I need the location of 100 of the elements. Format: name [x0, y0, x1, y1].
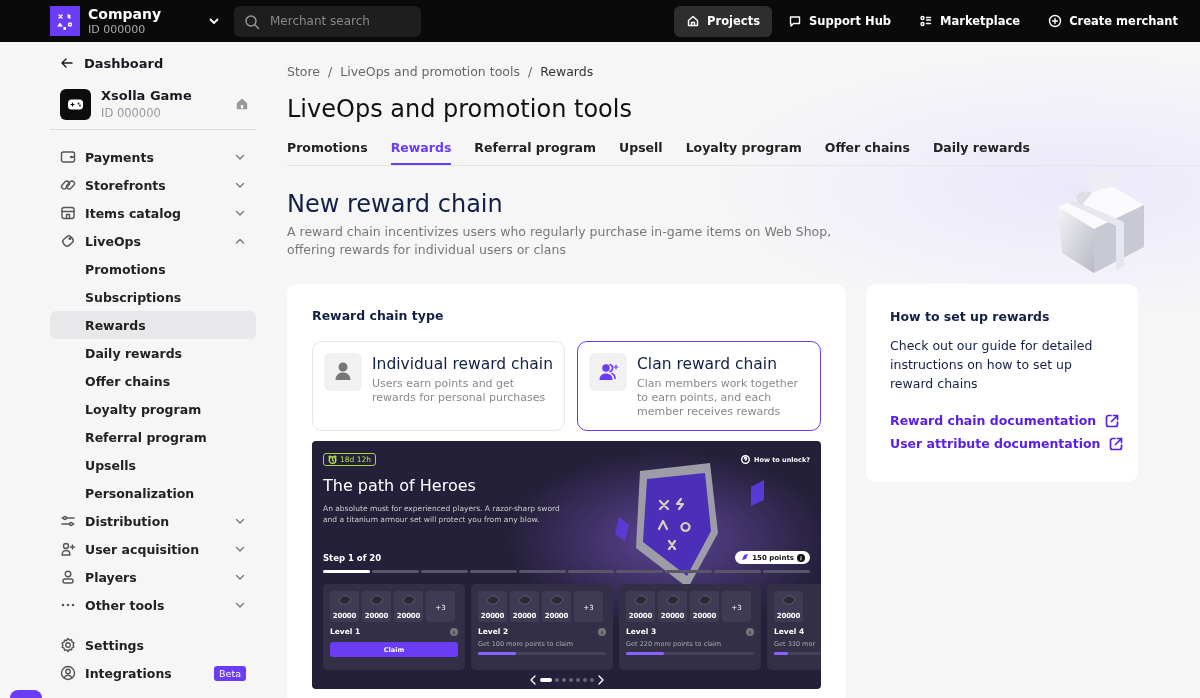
- nav-button[interactable]: Create merchant: [1036, 5, 1190, 37]
- breadcrumb-separator: /: [527, 63, 533, 79]
- tab[interactable]: Rewards: [390, 140, 452, 165]
- gem-icon: [781, 595, 796, 605]
- help-title: How to set up rewards: [890, 309, 1051, 324]
- gem-icon: [633, 595, 648, 605]
- sidebar-item[interactable]: LiveOps: [50, 227, 256, 255]
- project-name: Xsolla Game: [101, 87, 193, 105]
- sidebar-subitem[interactable]: Loyalty program: [50, 395, 256, 423]
- crystal-icon: [614, 516, 630, 542]
- page-dot[interactable]: [582, 678, 587, 682]
- option-title: Individual reward chain: [372, 354, 553, 375]
- sidebar-subitem[interactable]: Rewards: [50, 311, 256, 339]
- gear-icon: [60, 637, 76, 653]
- sidebar-item[interactable]: Storefronts: [50, 171, 256, 199]
- arrow-left-icon: [60, 56, 74, 70]
- tab[interactable]: Loyalty program: [685, 140, 802, 165]
- person-icon: [324, 353, 362, 391]
- info-icon: [797, 553, 805, 562]
- gem-icon: [401, 595, 416, 605]
- nav-button[interactable]: Marketplace: [907, 5, 1033, 37]
- chevron-right-icon[interactable]: [596, 675, 605, 685]
- sidebar-item[interactable]: Players: [50, 563, 256, 591]
- gem-icon: [517, 595, 532, 605]
- documentation-link[interactable]: Reward chain documentation: [890, 409, 1121, 432]
- sidebar-item[interactable]: Items catalog: [50, 199, 256, 227]
- chat-button[interactable]: [10, 690, 42, 698]
- gem-icon: [665, 595, 680, 605]
- page-dot[interactable]: [554, 678, 559, 682]
- info-icon: [598, 627, 606, 636]
- gem-icon: [485, 595, 500, 605]
- project-id: ID 000000: [101, 105, 162, 121]
- sidebar-item[interactable]: User acquisition: [50, 535, 256, 563]
- option-description: Clan members work together to earn points, and each member receives rewards: [637, 377, 800, 419]
- sidebar-subitem[interactable]: Promotions: [50, 255, 256, 283]
- tab[interactable]: Daily rewards: [932, 140, 1030, 165]
- sidebar-subitem[interactable]: Personalization: [50, 479, 256, 507]
- gem-icon: [337, 595, 352, 605]
- tab[interactable]: Upsell: [619, 140, 663, 165]
- search-icon: [244, 13, 260, 30]
- nav-button[interactable]: Projects: [674, 5, 772, 37]
- list-icon: [919, 14, 934, 28]
- company-name: Company: [88, 5, 163, 23]
- section-description: A reward chain incentivizes users who regularly purchase in-game items on Web Shop, offering rewards for individual users or clans: [287, 223, 833, 259]
- beta-badge: Beta: [214, 665, 246, 681]
- step-label: Step 1 of 20: [323, 552, 382, 563]
- info-icon: [746, 627, 754, 636]
- user-circle-icon: [60, 665, 76, 681]
- house-icon: [686, 14, 701, 28]
- back-link[interactable]: Dashboard: [50, 54, 256, 72]
- crystal-icon: [749, 479, 765, 507]
- logo-icon: [50, 6, 80, 36]
- chevron-left-icon[interactable]: [528, 675, 537, 685]
- page-title: LiveOps and promotion tools: [287, 94, 633, 124]
- company-id: ID 000000: [88, 22, 147, 37]
- field-label: Reward chain type: [312, 308, 445, 323]
- option-description: Users earn points and get rewards for personal purchases: [372, 377, 547, 405]
- group-icon: [589, 353, 627, 391]
- sidebar-subitem[interactable]: Upsells: [50, 451, 256, 479]
- tab[interactable]: Referral program: [474, 140, 597, 165]
- breadcrumb-link[interactable]: Rewards: [540, 63, 594, 79]
- sliders-icon: [60, 513, 76, 529]
- help-text: Check out our guide for detailed instructions on how to set up reward chains: [890, 337, 1094, 393]
- page-dot[interactable]: [589, 678, 594, 682]
- search-field[interactable]: Merchant search: [234, 5, 421, 37]
- sidebar-subitem[interactable]: Referral program: [50, 423, 256, 451]
- wallet-icon: [60, 149, 76, 165]
- documentation-link[interactable]: User attribute documentation: [890, 432, 1125, 455]
- user-plus-icon: [60, 541, 76, 557]
- sidebar-item[interactable]: Other tools: [50, 591, 256, 619]
- breadcrumb-link[interactable]: LiveOps and promotion tools: [340, 63, 520, 79]
- page-dot[interactable]: [561, 678, 566, 682]
- sidebar-subitem[interactable]: Subscriptions: [50, 283, 256, 311]
- sidebar-item[interactable]: Integrations Beta: [50, 659, 256, 687]
- nav-button[interactable]: Support Hub: [776, 5, 904, 37]
- gamepad-icon: [60, 88, 91, 120]
- gem-icon: [369, 595, 384, 605]
- tab[interactable]: Promotions: [287, 140, 368, 165]
- breadcrumb-link[interactable]: Store: [287, 63, 321, 79]
- preview-title: The path of Heroes: [323, 476, 476, 495]
- external-link-icon: [1104, 412, 1121, 429]
- tab[interactable]: Offer chains: [824, 140, 910, 165]
- question-circle-icon: [741, 455, 751, 464]
- option-card[interactable]: Clan reward chain Clan members work together to earn points, and each member receives rewards: [577, 341, 821, 431]
- sidebar-item[interactable]: Settings: [50, 631, 256, 659]
- alarm-clock-icon: [328, 455, 337, 464]
- section-title: New reward chain: [287, 189, 504, 219]
- sidebar-item[interactable]: Distribution: [50, 507, 256, 535]
- speech-bubble-icon: [788, 14, 802, 28]
- page-dot[interactable]: [568, 678, 573, 682]
- page-dot[interactable]: [575, 678, 580, 682]
- sidebar-item[interactable]: Payments: [50, 143, 256, 171]
- option-title: Clan reward chain: [637, 354, 778, 375]
- tag-icon: [60, 233, 76, 249]
- option-card[interactable]: Individual reward chain Users earn points and get rewards for personal purchases: [312, 341, 565, 431]
- sidebar-subitem[interactable]: Offer chains: [50, 367, 256, 395]
- sidebar-subitem[interactable]: Daily rewards: [50, 339, 256, 367]
- plus-circle-icon: [1048, 14, 1063, 28]
- crystal-icon: [740, 553, 750, 562]
- house-icon[interactable]: [236, 98, 248, 110]
